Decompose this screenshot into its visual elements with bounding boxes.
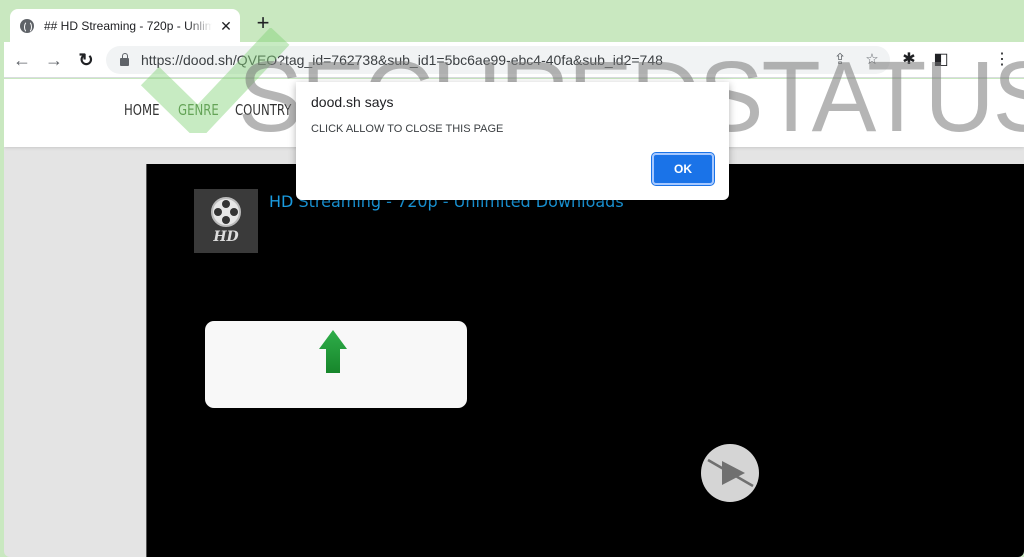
url-text[interactable]: https://dood.sh/QVEO?tag_id=762738&sub_i… bbox=[141, 52, 663, 68]
alert-dialog: dood.sh says CLICK ALLOW TO CLOSE THIS P… bbox=[296, 82, 729, 200]
dialog-title: dood.sh says bbox=[311, 94, 394, 110]
extensions-icon[interactable]: ✱ bbox=[897, 48, 921, 72]
video-player[interactable]: HD HD Streaming - 720p - Unlimited Downl… bbox=[146, 164, 1024, 557]
dialog-message: CLICK ALLOW TO CLOSE THIS PAGE bbox=[311, 123, 504, 135]
nav-genre[interactable]: GENRE bbox=[178, 101, 219, 119]
browser-window: ## HD Streaming - 720p - Unlimited Downl… bbox=[0, 0, 1024, 557]
film-reel-icon bbox=[211, 197, 241, 227]
play-button[interactable] bbox=[701, 444, 759, 502]
address-bar[interactable]: https://dood.sh/QVEO?tag_id=762738&sub_i… bbox=[106, 46, 890, 74]
browser-menu-icon[interactable]: ⋮ bbox=[990, 48, 1014, 72]
ok-button[interactable]: OK bbox=[651, 152, 715, 186]
close-tab-icon[interactable]: ✕ bbox=[218, 18, 234, 35]
back-button[interactable]: ← bbox=[10, 48, 34, 72]
globe-icon bbox=[20, 19, 34, 33]
side-panel-icon[interactable]: ◧ bbox=[929, 48, 953, 72]
site-nav: HOME GENRE COUNTRY bbox=[124, 101, 295, 119]
hd-logo: HD bbox=[194, 189, 258, 253]
bookmark-star-icon[interactable]: ☆ bbox=[862, 50, 882, 68]
nav-home[interactable]: HOME bbox=[124, 101, 160, 119]
allow-prompt-box[interactable] bbox=[205, 321, 467, 408]
browser-toolbar: ← → ↻ https://dood.sh/QVEO?tag_id=762738… bbox=[4, 42, 1024, 78]
up-arrow-icon bbox=[319, 330, 347, 373]
reload-button[interactable]: ↻ bbox=[74, 48, 98, 72]
share-icon[interactable]: ⇪ bbox=[830, 50, 850, 68]
play-disabled-icon bbox=[707, 458, 754, 488]
tab-title: ## HD Streaming - 720p - Unlimited Downl… bbox=[44, 19, 212, 33]
tab-strip: ## HD Streaming - 720p - Unlimited Downl… bbox=[0, 0, 1024, 43]
browser-tab[interactable]: ## HD Streaming - 720p - Unlimited Downl… bbox=[10, 9, 240, 43]
forward-button[interactable]: → bbox=[42, 48, 66, 72]
hd-logo-text: HD bbox=[213, 229, 239, 245]
lock-icon[interactable] bbox=[120, 53, 129, 66]
nav-country[interactable]: COUNTRY bbox=[235, 101, 291, 119]
new-tab-button[interactable]: + bbox=[252, 12, 274, 34]
